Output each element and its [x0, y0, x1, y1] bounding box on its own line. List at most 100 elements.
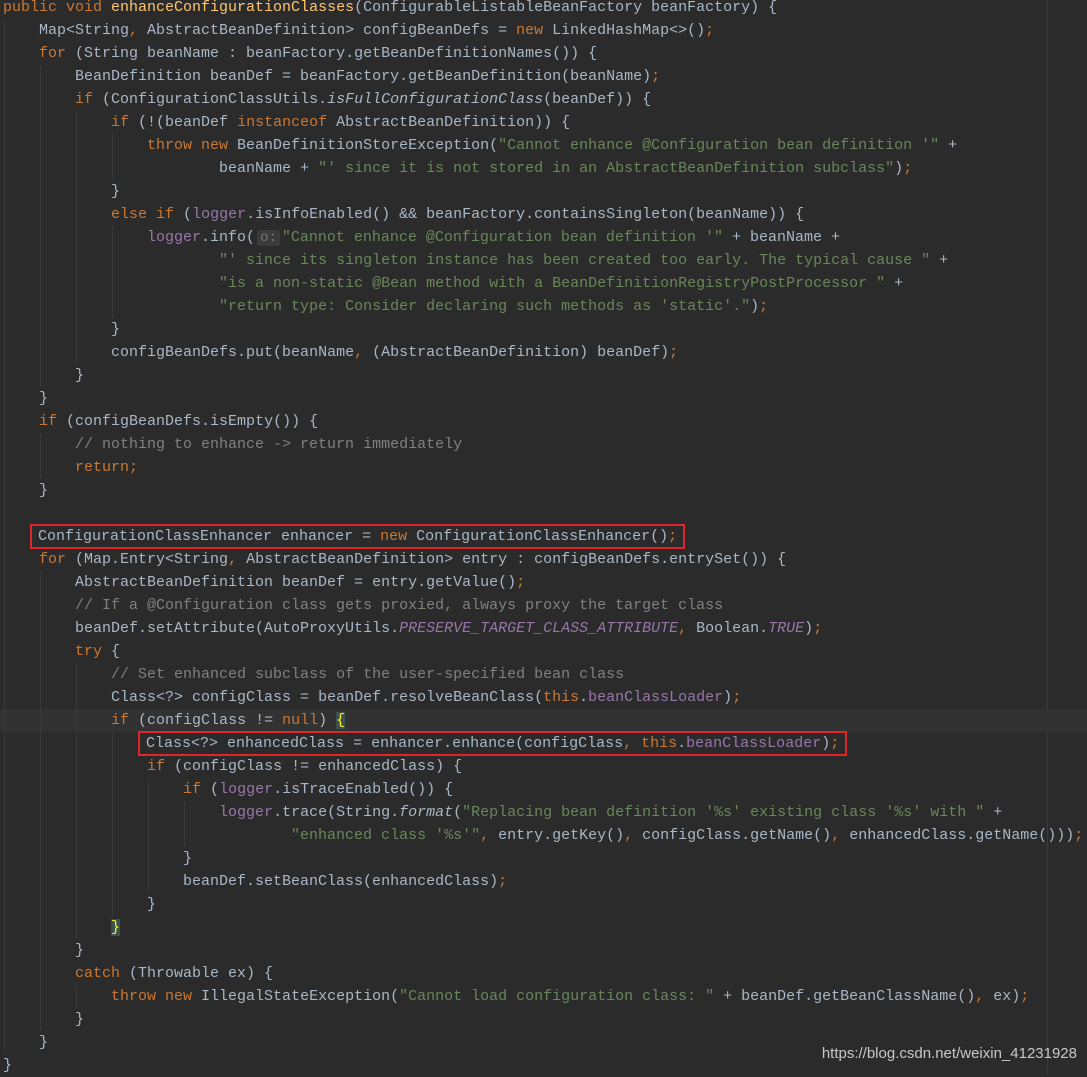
indent-guide	[4, 525, 5, 548]
code-line[interactable]: catch (Throwable ex) {	[0, 962, 1087, 985]
keyword: throw new	[147, 137, 229, 154]
code-text: (	[174, 206, 193, 223]
indent-guide	[148, 801, 149, 824]
code-line[interactable]: }	[0, 1008, 1087, 1031]
indent-guide	[4, 272, 5, 295]
code-text: );	[750, 298, 769, 315]
code-text: ConfigurationClassEnhancer();	[407, 528, 678, 545]
code-text: + beanDef.getBeanClassName(), ex);	[714, 988, 1030, 1005]
code-text: BeanDefinitionStoreException(	[228, 137, 499, 154]
code-line[interactable]: else if (logger.isInfoEnabled() && beanF…	[0, 203, 1087, 226]
code-line[interactable]: Map<String, AbstractBeanDefinition> conf…	[0, 19, 1087, 42]
code-line[interactable]: AbstractBeanDefinition beanDef = entry.g…	[0, 571, 1087, 594]
code-line[interactable]: logger.trace(String.format("Replacing be…	[0, 801, 1087, 824]
code-line[interactable]: }	[0, 939, 1087, 962]
indent-guide	[76, 847, 77, 870]
code-line[interactable]: // nothing to enhance -> return immediat…	[0, 433, 1087, 456]
indent-guide	[4, 134, 5, 157]
code-line[interactable]: }	[0, 387, 1087, 410]
indent-guide	[40, 985, 41, 1008]
string-literal: "return type: Consider declaring such me…	[219, 298, 751, 315]
indent-guide	[4, 157, 5, 180]
indent-guide	[4, 433, 5, 456]
indent-guide	[40, 272, 41, 295]
code-line[interactable]: if (configBeanDefs.isEmpty()) {	[0, 410, 1087, 433]
indent-guide	[184, 824, 185, 847]
indent-guide	[76, 916, 77, 939]
indent-guide	[40, 456, 41, 479]
code-line[interactable]: ConfigurationClassEnhancer enhancer = ne…	[0, 524, 1087, 549]
static-field: TRUE	[768, 620, 805, 637]
indent-guide	[4, 778, 5, 801]
code-line[interactable]: configBeanDefs.put(beanName, (AbstractBe…	[0, 341, 1087, 364]
field: beanClassLoader	[588, 689, 724, 706]
code-line[interactable]: "enhanced class '%s'", entry.getKey(), c…	[0, 824, 1087, 847]
code-line[interactable]: if (configClass != enhancedClass) {	[0, 755, 1087, 778]
indent-guide	[112, 824, 113, 847]
indent-guide	[76, 801, 77, 824]
field: beanClassLoader	[686, 735, 822, 752]
code-line[interactable]: beanName + "' since it is not stored in …	[0, 157, 1087, 180]
code-line[interactable]: if (!(beanDef instanceof AbstractBeanDef…	[0, 111, 1087, 134]
code-text: );	[804, 620, 823, 637]
code-line[interactable]: try {	[0, 640, 1087, 663]
code-text: (String beanName : beanFactory.getBeanDe…	[66, 45, 598, 62]
indent-guide	[76, 249, 77, 272]
indent-guide	[112, 157, 113, 180]
code-text: }	[111, 321, 121, 338]
indent-guide	[40, 65, 41, 88]
code-line[interactable]: throw new BeanDefinitionStoreException("…	[0, 134, 1087, 157]
indent-guide	[76, 318, 77, 341]
indent-guide	[148, 870, 149, 893]
code-line[interactable]: // Set enhanced subclass of the user-spe…	[0, 663, 1087, 686]
field: logger	[192, 206, 247, 223]
code-line[interactable]: for (Map.Entry<String, AbstractBeanDefin…	[0, 548, 1087, 571]
code-line[interactable]: if (configClass != null) {	[0, 709, 1087, 732]
code-line[interactable]: }	[0, 847, 1087, 870]
code-text: )	[318, 712, 337, 729]
indent-guide	[40, 203, 41, 226]
code-line[interactable]: }	[0, 479, 1087, 502]
indent-guide	[112, 801, 113, 824]
indent-guide	[4, 732, 5, 755]
code-line[interactable]: beanDef.setAttribute(AutoProxyUtils.PRES…	[0, 617, 1087, 640]
indent-guide	[40, 962, 41, 985]
code-line[interactable]: "is a non-static @Bean method with a Bea…	[0, 272, 1087, 295]
indent-guide	[4, 249, 5, 272]
code-line[interactable]: for (String beanName : beanFactory.getBe…	[0, 42, 1087, 65]
code-line[interactable]: }	[0, 916, 1087, 939]
code-line[interactable]: if (ConfigurationClassUtils.isFullConfig…	[0, 88, 1087, 111]
code-line[interactable]	[0, 502, 1087, 525]
code-editor[interactable]: public void enhanceConfigurationClasses(…	[0, 0, 1087, 1077]
static-method: format	[399, 804, 454, 821]
code-line[interactable]: throw new IllegalStateException("Cannot …	[0, 985, 1087, 1008]
indent-guide	[40, 157, 41, 180]
code-line[interactable]: Class<?> configClass = beanDef.resolveBe…	[0, 686, 1087, 709]
indent-guide	[76, 134, 77, 157]
indent-guide	[4, 548, 5, 571]
indent-guide	[4, 571, 5, 594]
code-line[interactable]: if (logger.isTraceEnabled()) {	[0, 778, 1087, 801]
code-line[interactable]: }	[0, 180, 1087, 203]
indent-guide	[4, 801, 5, 824]
code-line[interactable]: }	[0, 893, 1087, 916]
code-text: }	[39, 482, 49, 499]
indent-guide	[4, 410, 5, 433]
indent-guide	[4, 318, 5, 341]
code-line[interactable]: }	[0, 364, 1087, 387]
code-line[interactable]: public void enhanceConfigurationClasses(…	[0, 0, 1087, 19]
code-line[interactable]: beanDef.setBeanClass(enhancedClass);	[0, 870, 1087, 893]
code-line[interactable]: logger.info(o: "Cannot enhance @Configura…	[0, 226, 1087, 249]
keyword: this	[641, 735, 678, 752]
code-line[interactable]: Class<?> enhancedClass = enhancer.enhanc…	[0, 731, 1087, 756]
code-line[interactable]: // If a @Configuration class gets proxie…	[0, 594, 1087, 617]
code-line[interactable]: BeanDefinition beanDef = beanFactory.get…	[0, 65, 1087, 88]
field: logger	[219, 804, 274, 821]
indent-guide	[40, 318, 41, 341]
code-line[interactable]: }	[0, 318, 1087, 341]
code-line[interactable]: "' since its singleton instance has been…	[0, 249, 1087, 272]
string-literal: "Cannot enhance @Configuration bean defi…	[498, 137, 940, 154]
code-line[interactable]: "return type: Consider declaring such me…	[0, 295, 1087, 318]
code-line[interactable]: return;	[0, 456, 1087, 479]
code-text: Class<?> configClass = beanDef.resolveBe…	[111, 689, 544, 706]
